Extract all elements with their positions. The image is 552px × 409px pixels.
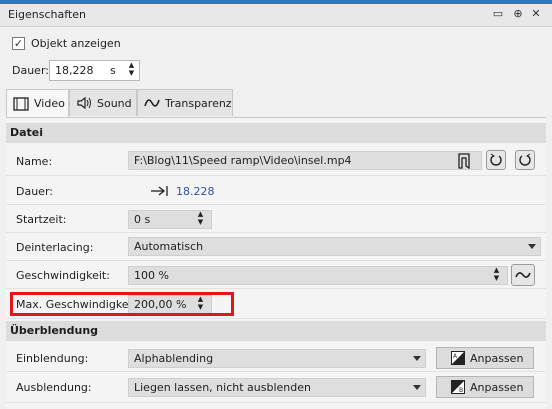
open-file-icon[interactable] [454,151,474,171]
speaker-icon [77,96,91,110]
film-icon [13,96,29,111]
deinterlacing-value: Automatisch [134,240,204,253]
tab-sound-label: Sound [97,96,132,110]
fade-out-label: Ausblendung: [16,381,92,394]
deinterlacing-dropdown[interactable]: Automatisch [128,237,541,256]
panel-title: Eigenschaften [8,8,86,21]
chevron-down-icon [413,356,421,361]
reset-left-icon[interactable] [486,150,506,170]
deinterlacing-label: Deinterlacing: [16,241,94,254]
reset-right-icon[interactable] [515,150,535,170]
tab-video[interactable]: Video [6,89,69,117]
show-object-label: Objekt anzeigen [31,37,121,50]
tab-bar: Video Sound Transparenz [6,89,546,118]
start-time-input[interactable]: 0 s ▲ ▼ [128,210,212,229]
fade-in-value: Alphablending [134,352,214,365]
chevron-down-icon [528,244,536,249]
transition-icon: A [451,351,465,365]
fade-out-adjust-button[interactable]: B Anpassen [436,376,534,398]
svg-text:B: B [459,387,463,394]
fade-out-dropdown[interactable]: Liegen lassen, nicht ausblenden [128,378,426,397]
row-start-time: Startzeit: 0 s ▲ ▼ [6,205,546,233]
close-icon[interactable]: ✕ [529,7,543,21]
fade-out-adjust-label: Anpassen [470,380,524,394]
file-duration-label: Dauer: [16,185,53,198]
speed-label: Geschwindigkeit: [16,269,110,282]
row-fade-out: Ausblendung: Liegen lassen, nicht ausble… [6,373,546,403]
row-fade-in: Einblendung: Alphablending A Anpassen [6,344,546,372]
show-object-checkbox[interactable]: ✓ [12,37,25,50]
duration-input[interactable]: 18,228 s ▲ ▼ [49,60,140,81]
file-duration-value: 18.228 [176,185,215,198]
duration-value: 18,228 [55,64,94,77]
transparency-icon [144,99,160,107]
section-datei: Datei [6,123,546,143]
duration-unit: s [110,64,116,77]
start-time-spinner[interactable]: ▲ ▼ [195,211,206,228]
row-speed: Geschwindigkeit: 100 % ▲ ▼ [6,261,546,289]
tab-sound[interactable]: Sound [69,89,137,116]
name-value: F:\Blog\11\Speed ramp\Video\insel.mp4 [134,154,352,167]
speed-curve-icon[interactable] [511,264,535,286]
name-label: Name: [16,155,53,168]
speed-value: 100 % [134,269,169,282]
highlight-frame [10,292,234,316]
arrow-to-end-icon [151,186,168,196]
fade-in-dropdown[interactable]: Alphablending [128,349,426,368]
start-time-value: 0 s [134,213,151,226]
pin-icon[interactable]: ⊕ [511,7,525,21]
tab-video-label: Video [34,97,65,110]
duration-label: Dauer: [12,64,49,77]
duration-spinner[interactable]: ▲ ▼ [126,62,137,79]
row-deinterlacing: Deinterlacing: Automatisch [6,233,546,261]
speed-spinner[interactable]: ▲ ▼ [491,267,502,284]
transition-icon: B [451,380,465,394]
section-ueberblendung: Überblendung [6,321,546,341]
speed-input[interactable]: 100 % ▲ ▼ [128,266,508,285]
chevron-down-icon [413,385,421,390]
tab-transparency[interactable]: Transparenz [137,89,233,116]
row-duration: Dauer: 18.228 [6,177,546,205]
fade-in-adjust-button[interactable]: A Anpassen [436,347,534,369]
panel-titlebar: Eigenschaften ▭ ⊕ ✕ [0,4,552,27]
fade-in-label: Einblendung: [16,352,89,365]
start-time-label: Startzeit: [16,213,67,226]
fade-out-value: Liegen lassen, nicht ausblenden [134,381,311,394]
row-name: Name: F:\Blog\11\Speed ramp\Video\insel.… [6,146,546,176]
tab-transparency-label: Transparenz [165,96,232,110]
restore-icon[interactable]: ▭ [491,7,505,21]
name-field[interactable]: F:\Blog\11\Speed ramp\Video\insel.mp4 [128,151,482,170]
fade-in-adjust-label: Anpassen [470,351,524,365]
